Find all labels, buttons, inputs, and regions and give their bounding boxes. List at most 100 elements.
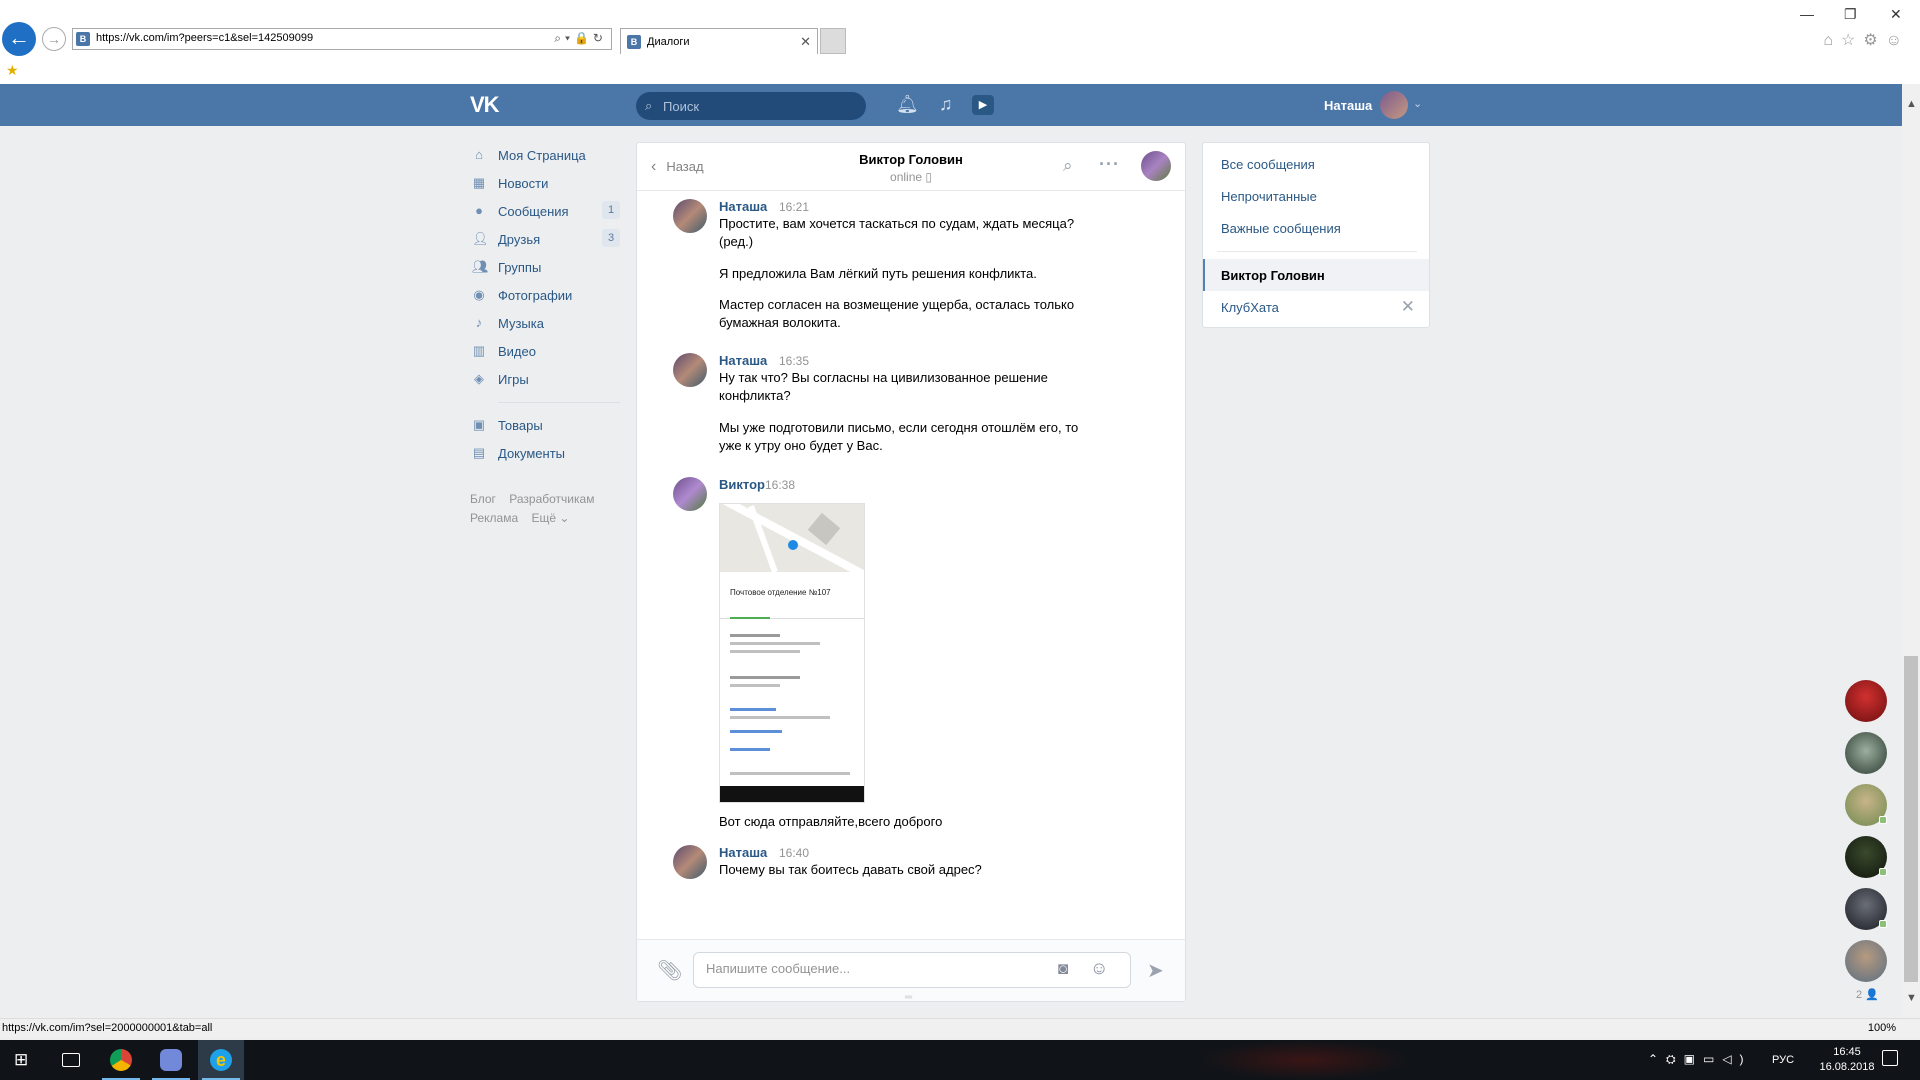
browser-tools-icon[interactable]: ⌂☆⚙☺ (1823, 30, 1910, 50)
message-time[interactable]: 16:21 (779, 200, 809, 214)
menu-item-photos[interactable]: ◉ Фотографии (470, 282, 622, 310)
discord-icon (160, 1049, 182, 1071)
page-scrollbar[interactable]: ▲ ▼ (1902, 84, 1920, 1018)
search-icon[interactable]: ⌕ (1063, 156, 1073, 176)
message-group: Наташа 16:35 Ну так что? Вы согласны на … (673, 353, 1153, 453)
footer-link-more[interactable]: Ещё ⌄ (531, 511, 569, 525)
message-author[interactable]: Наташа (719, 845, 767, 860)
more-chats-count[interactable]: 2 👤 (1856, 988, 1879, 1001)
more-dots-icon[interactable]: ··· (1099, 154, 1120, 175)
address-controls-icon[interactable]: ⌕▾🔒↻ (554, 31, 607, 46)
map-thumbnail (720, 504, 864, 582)
avatar[interactable] (1380, 91, 1408, 119)
address-url[interactable]: https://vk.com/im?peers=c1&sel=142509099 (96, 32, 313, 44)
menu-item-label: Документы (498, 446, 566, 461)
menu-item-goods[interactable]: ▣ Товары (470, 412, 622, 440)
footer-link-blog[interactable]: Блог (470, 492, 496, 506)
avatar[interactable] (1845, 732, 1887, 774)
message-text: Ну так что? Вы согласны на цивилизованно… (719, 370, 1048, 403)
back-arrow-icon[interactable]: ← (2, 22, 36, 56)
menu-item-music[interactable]: ♪ Музыка (470, 310, 622, 338)
resize-grip-icon[interactable]: ═ (905, 992, 912, 1003)
footer-link-developers[interactable]: Разработчикам (509, 492, 594, 506)
camera-icon[interactable]: ◙ (1058, 959, 1068, 979)
address-bar[interactable]: B https://vk.com/im?peers=c1&sel=1425090… (72, 28, 612, 50)
message-time[interactable]: 16:35 (779, 354, 809, 368)
dialog-item-active[interactable]: Виктор Головин (1203, 259, 1429, 291)
avatar[interactable] (1845, 836, 1887, 878)
menu-item-label: Группы (498, 260, 542, 275)
paperclip-icon[interactable]: 📎︎ (657, 958, 682, 983)
tab-close-icon[interactable]: ✕ (800, 34, 811, 50)
avatar[interactable] (1845, 888, 1887, 930)
menu-item-my-page[interactable]: ⌂ Моя Страница (470, 142, 622, 170)
notification-center-icon[interactable] (1882, 1050, 1898, 1066)
windows-taskbar: ⊞ e ⌃⛭▣▭◁) РУС 16:45 16.08.2018 (0, 1040, 1920, 1080)
system-tray-icons[interactable]: ⌃⛭▣▭◁) (1648, 1052, 1752, 1067)
clock[interactable]: 16:45 16.08.2018 (1812, 1045, 1882, 1075)
filter-unread[interactable]: Непрочитанные (1221, 189, 1317, 204)
chevron-down-icon[interactable]: ⌄ (1413, 97, 1422, 110)
dialog-filter-panel: Все сообщения Непрочитанные Важные сообщ… (1202, 142, 1430, 328)
restore-icon[interactable]: ❐ (1844, 6, 1857, 23)
user-name[interactable]: Наташа (1324, 98, 1372, 113)
minimize-icon[interactable]: — (1800, 6, 1814, 22)
attached-screenshot[interactable]: Почтовое отделение №107 (719, 503, 865, 803)
forward-arrow-icon[interactable]: → (42, 27, 66, 51)
close-window-icon[interactable]: ✕ (1890, 6, 1902, 23)
favorites-star-icon[interactable]: ★ (6, 62, 19, 79)
browser-tab[interactable]: B Диалоги ✕ (620, 28, 818, 54)
avatar[interactable] (1845, 784, 1887, 826)
avatar[interactable] (673, 845, 707, 879)
play-icon[interactable]: ▶ (972, 95, 994, 115)
music-note-icon[interactable]: ♫ (939, 94, 953, 115)
menu-item-groups[interactable]: 👥︎ Группы (470, 254, 622, 282)
menu-item-video[interactable]: ▥ Видео (470, 338, 622, 366)
avatar[interactable] (673, 199, 707, 233)
dialog-item[interactable]: КлубХата ✕ (1203, 291, 1429, 323)
avatar[interactable] (1141, 151, 1171, 181)
message-author[interactable]: Виктор (719, 477, 765, 492)
filter-important[interactable]: Важные сообщения (1221, 221, 1341, 236)
avatar[interactable] (1845, 940, 1887, 982)
discord-app[interactable] (148, 1040, 194, 1080)
avatar[interactable] (673, 353, 707, 387)
avatar[interactable] (1845, 680, 1887, 722)
message-input[interactable] (706, 961, 1036, 976)
chrome-app[interactable] (98, 1040, 144, 1080)
menu-item-documents[interactable]: ▤ Документы (470, 440, 622, 468)
gamepad-icon: ◈ (474, 371, 484, 386)
menu-item-messages[interactable]: ● Сообщения 1 (470, 198, 622, 226)
person-icon: 👤︎ (472, 231, 489, 246)
new-tab-button[interactable] (820, 28, 846, 54)
avatar[interactable] (673, 477, 707, 511)
search-icon: ⌕ (645, 98, 653, 113)
scroll-thumb[interactable] (1904, 656, 1918, 982)
task-view-button[interactable] (48, 1040, 94, 1080)
message-time[interactable]: 16:40 (779, 846, 809, 860)
vk-logo[interactable]: VK (470, 92, 500, 118)
bell-icon[interactable]: 🔔︎ (896, 94, 919, 115)
language-indicator[interactable]: РУС (1772, 1054, 1794, 1066)
windows-start-icon[interactable]: ⊞ (14, 1050, 34, 1070)
map-pin-icon (788, 540, 798, 550)
menu-item-news[interactable]: ▦ Новости (470, 170, 622, 198)
send-icon[interactable]: ➤ (1147, 958, 1164, 983)
internet-explorer-app[interactable]: e (198, 1040, 244, 1080)
message-author[interactable]: Наташа (719, 353, 767, 368)
close-icon[interactable]: ✕ (1401, 297, 1415, 317)
scroll-down-icon[interactable]: ▼ (1906, 992, 1917, 1004)
menu-item-friends[interactable]: 👤︎ Друзья 3 (470, 226, 622, 254)
menu-item-games[interactable]: ◈ Игры (470, 366, 622, 394)
search-box[interactable]: ⌕ Поиск (636, 92, 866, 120)
scroll-up-icon[interactable]: ▲ (1906, 98, 1917, 110)
message-text: Я предложила Вам лёгкий путь решения кон… (719, 266, 1037, 281)
footer-link-ads[interactable]: Реклама (470, 511, 518, 525)
search-placeholder[interactable]: Поиск (663, 99, 699, 114)
message-time[interactable]: 16:38 (765, 478, 795, 492)
message-input-box[interactable]: ◙ ☺ (693, 952, 1131, 988)
filter-all-messages[interactable]: Все сообщения (1221, 157, 1315, 172)
zoom-level[interactable]: 100% (1868, 1022, 1896, 1034)
emoji-icon[interactable]: ☺ (1090, 958, 1108, 979)
message-author[interactable]: Наташа (719, 199, 767, 214)
